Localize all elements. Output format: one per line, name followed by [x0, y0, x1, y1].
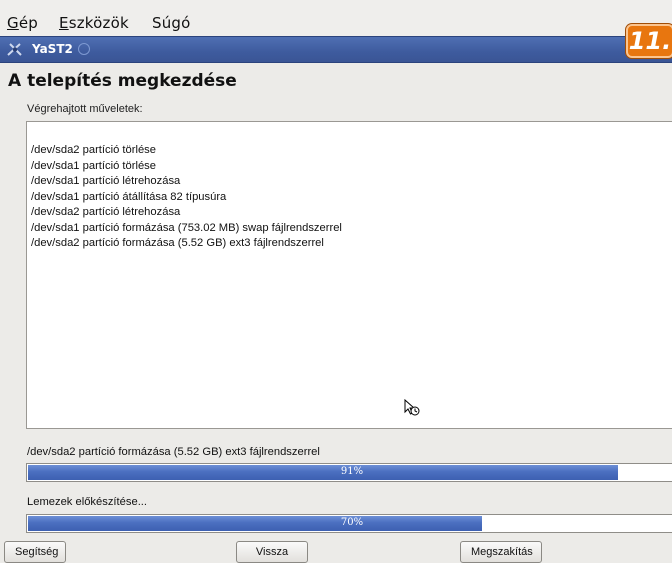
overall-step-label: Lemezek előkészítése...: [27, 496, 148, 508]
window-titlebar[interactable]: YaST2: [0, 36, 672, 63]
log-label: Végrehajtott műveletek:: [27, 103, 143, 115]
menu-sugo-label: Súgó: [152, 14, 191, 32]
menu-sugo[interactable]: Súgó: [152, 14, 191, 32]
menu-eszkozok-label: szközök: [68, 14, 129, 32]
overall-percent: 70%: [340, 517, 364, 528]
menu-gep-label: ép: [18, 14, 38, 32]
menu-gep[interactable]: Gép: [7, 14, 38, 32]
abort-button[interactable]: Megszakítás: [460, 541, 542, 563]
log-line: /dev/sda1 partíció átállítása 82 típusúr…: [31, 190, 227, 203]
log-line: /dev/sda1 partíció létrehozása: [31, 175, 181, 187]
overall-progress: 70%: [26, 514, 672, 533]
step-number-badge: 11.: [626, 24, 672, 58]
current-step-progress: 91%: [26, 463, 672, 482]
log-line: /dev/sda2 partíció létrehozása: [31, 206, 181, 218]
log-line: /dev/sda2 partíció formázása (5.52 GB) e…: [31, 237, 324, 249]
window-pin-icon[interactable]: [78, 43, 90, 55]
menu-gep-accel: G: [7, 14, 19, 32]
log-line: /dev/sda1 partíció formázása (753.02 MB)…: [31, 221, 342, 234]
operations-log[interactable]: /dev/sda2 partíció törlése /dev/sda1 par…: [26, 121, 672, 429]
current-step-percent: 91%: [340, 466, 364, 477]
back-button[interactable]: Vissza: [236, 541, 308, 563]
yast-chameleon-icon[interactable]: [6, 41, 24, 59]
menu-eszkozok-accel: E: [59, 14, 69, 32]
operations-log-list: /dev/sda2 partíció törlése /dev/sda1 par…: [31, 143, 342, 252]
current-step-label: /dev/sda2 partíció formázása (5.52 GB) e…: [27, 446, 320, 458]
log-line: /dev/sda2 partíció törlése: [31, 144, 156, 156]
help-button[interactable]: Segítség: [4, 541, 66, 563]
busy-cursor-icon: [404, 399, 420, 416]
log-line: /dev/sda1 partíció törlése: [31, 159, 156, 172]
menu-eszkozok[interactable]: Eszközök: [59, 14, 129, 32]
page-title: A telepítés megkezdése: [8, 71, 237, 91]
window-title: YaST2: [32, 42, 73, 56]
menu-bar: Gép Eszközök Súgó: [0, 0, 672, 37]
